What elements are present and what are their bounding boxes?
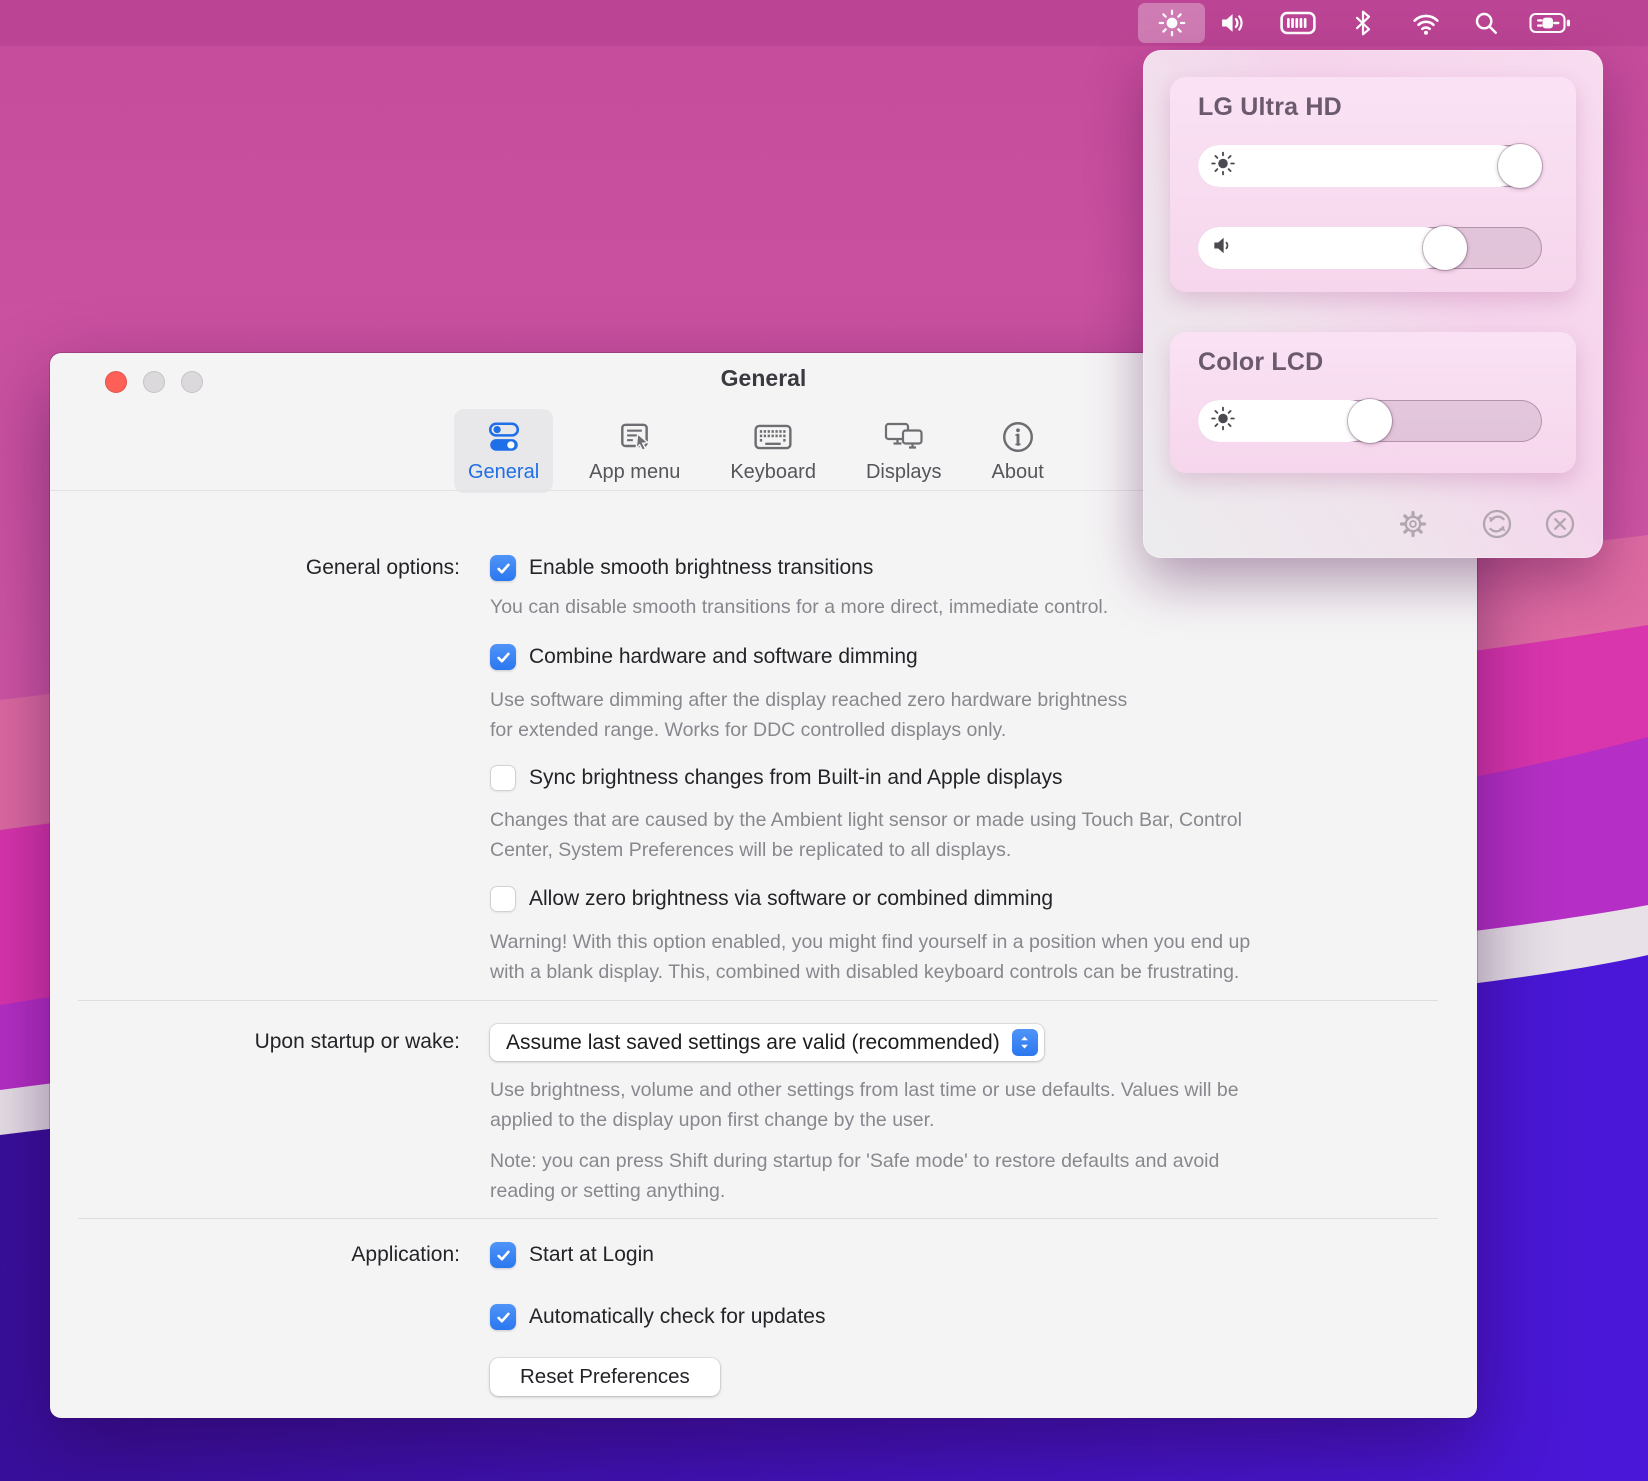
tab-label: Keyboard [730,461,816,484]
tab-label: App menu [589,461,680,484]
tab-about[interactable]: About [978,409,1058,493]
display-card-lcd: Color LCD [1170,332,1576,473]
menubar-volume-item[interactable] [1209,0,1255,46]
startup-description: Use brightness, volume and other setting… [490,1075,1420,1135]
refresh-icon[interactable] [1479,506,1515,542]
menubar-brightness-item[interactable] [1138,3,1205,43]
option-description: You can disable smooth transitions for a… [490,592,1420,622]
menubar-bluetooth-item[interactable] [1340,0,1386,46]
slider-knob[interactable] [1498,144,1542,188]
brightness-icon [1210,406,1236,437]
tab-displays[interactable]: Displays [852,409,956,493]
option-label: Combine hardware and software dimming [529,645,918,669]
slider-knob[interactable] [1348,399,1392,443]
startup-note: Note: you can press Shift during startup… [490,1146,1420,1206]
preferences-toolbar: General App menu Keyboard Displays About [454,409,1058,493]
displays-icon [883,416,925,458]
checkbox-sync-brightness[interactable] [490,765,516,791]
info-icon [1000,416,1036,458]
volume-slider[interactable] [1198,227,1542,269]
dropdown-stepper-icon [1012,1029,1038,1056]
slider-knob[interactable] [1423,226,1467,270]
display-gauge-icon [1280,11,1316,35]
menubar-gauge-item[interactable] [1275,0,1321,46]
startup-selected-value: Assume last saved settings are valid (re… [506,1031,1000,1055]
section-divider [78,1000,1438,1001]
reset-preferences-button[interactable]: Reset Preferences [490,1358,720,1396]
option-label: Automatically check for updates [529,1305,825,1329]
brightness-icon [1158,9,1186,37]
option-row: Allow zero brightness via software or co… [490,886,1053,912]
bluetooth-icon [1350,9,1376,37]
option-label: Start at Login [529,1243,654,1267]
checkbox-auto-updates[interactable] [490,1304,516,1330]
menu-bar [0,0,1648,46]
search-icon [1473,10,1499,36]
option-row: Enable smooth brightness transitions [490,555,873,581]
checkbox-combine-dimming[interactable] [490,644,516,670]
display-name: Color LCD [1198,348,1323,377]
menubar-search-item[interactable] [1463,0,1509,46]
tab-keyboard[interactable]: Keyboard [716,409,830,493]
option-label: Allow zero brightness via software or co… [529,887,1053,911]
wifi-icon [1411,10,1441,36]
tab-label: Displays [866,461,942,484]
option-row: Sync brightness changes from Built-in an… [490,765,1062,791]
tab-general[interactable]: General [454,409,553,493]
startup-label: Upon startup or wake: [50,1029,460,1055]
checkbox-smooth-transitions[interactable] [490,555,516,581]
brightness-slider[interactable] [1198,145,1542,187]
volume-icon [1210,233,1236,264]
tab-label: General [468,461,539,484]
brightness-slider[interactable] [1198,400,1542,442]
close-icon[interactable] [1542,506,1578,542]
option-label: Enable smooth brightness transitions [529,556,873,580]
display-control-popover: LG Ultra HD Color LCD [1143,50,1603,558]
settings-gear-icon[interactable] [1395,506,1431,542]
option-row: Automatically check for updates [490,1304,825,1330]
app-menu-icon [617,416,653,458]
menubar-battery-item[interactable] [1524,0,1576,46]
display-card-lg: LG Ultra HD [1170,77,1576,292]
option-description: Changes that are caused by the Ambient l… [490,805,1420,865]
option-label: Sync brightness changes from Built-in an… [529,766,1062,790]
slider-fill [1198,145,1520,187]
tab-app-menu[interactable]: App menu [575,409,694,493]
option-row: Combine hardware and software dimming [490,644,918,670]
menubar-wifi-item[interactable] [1403,0,1449,46]
tab-label: About [992,461,1044,484]
battery-charging-icon [1529,11,1571,35]
general-options-label: General options: [50,555,460,581]
keyboard-icon [753,416,793,458]
volume-icon [1218,9,1246,37]
option-row: Start at Login [490,1242,654,1268]
brightness-icon [1210,151,1236,182]
option-description: Warning! With this option enabled, you m… [490,927,1420,987]
application-label: Application: [50,1242,460,1268]
display-name: LG Ultra HD [1198,93,1342,122]
section-divider [78,1218,1438,1219]
checkbox-start-at-login[interactable] [490,1242,516,1268]
option-description: Use software dimming after the display r… [490,685,1420,745]
checkbox-zero-brightness[interactable] [490,886,516,912]
toggles-icon [486,416,522,458]
startup-behavior-select[interactable]: Assume last saved settings are valid (re… [490,1024,1044,1061]
